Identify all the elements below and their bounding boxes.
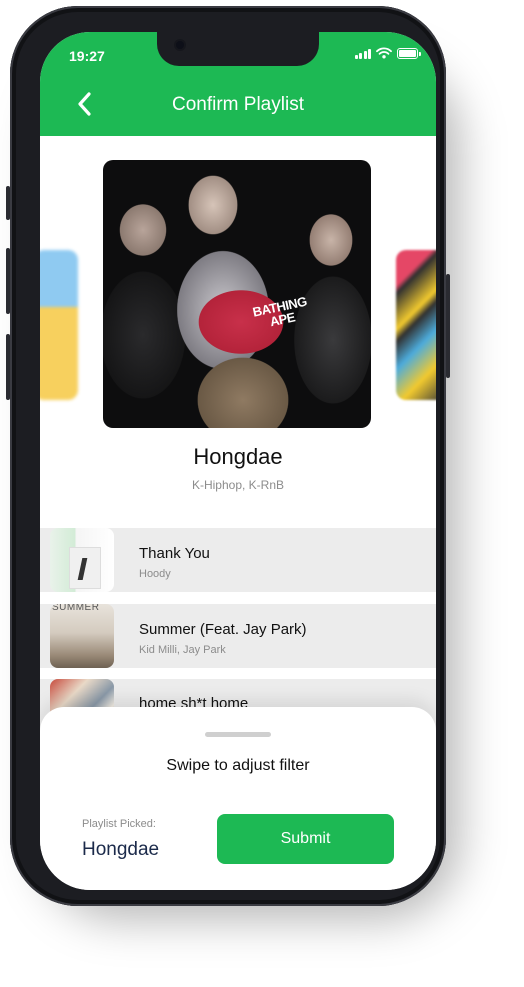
playlist-cover-previous[interactable] <box>40 250 78 400</box>
app-screen: 19:27 Confirm Playlist BATHING APE Hongd… <box>40 32 436 890</box>
playlist-cover[interactable]: BATHING APE <box>103 160 371 428</box>
track-thumbnail: SUMMER <box>50 604 114 668</box>
submit-button[interactable]: Submit <box>217 814 394 864</box>
track-title: Summer (Feat. Jay Park) <box>139 621 307 638</box>
track-artist: Hoody <box>139 568 171 580</box>
mute-switch <box>6 186 10 220</box>
status-icons <box>354 47 421 59</box>
volume-down-button <box>6 334 10 400</box>
playlist-cover-next[interactable] <box>396 250 436 400</box>
track-thumbnail <box>50 528 114 592</box>
track-row[interactable]: Thank You Hoody <box>40 528 436 592</box>
playlist-name: Hongdae <box>193 444 283 469</box>
track-title: Thank You <box>139 545 210 562</box>
filter-bottom-sheet: Swipe to adjust filter Playlist Picked: … <box>40 707 436 890</box>
playlist-picked-label: Playlist Picked: <box>82 818 156 830</box>
notch <box>157 32 319 66</box>
track-row[interactable]: SUMMER Summer (Feat. Jay Park) Kid Milli… <box>40 604 436 668</box>
playlist-picked-value: Hongdae <box>82 839 160 860</box>
cover-cap-text: BATHING APE <box>251 293 308 330</box>
sheet-drag-handle[interactable] <box>205 732 271 737</box>
track-artist: Kid Milli, Jay Park <box>139 644 226 656</box>
playlist-genres: K-Hiphop, K-RnB <box>191 478 285 492</box>
swipe-hint: Swipe to adjust filter <box>166 757 310 774</box>
front-camera <box>176 41 184 49</box>
status-time: 19:27 <box>69 48 105 64</box>
power-button <box>446 274 450 378</box>
signal-icon <box>354 48 371 59</box>
volume-up-button <box>6 248 10 314</box>
phone-frame: 19:27 Confirm Playlist BATHING APE Hongd… <box>6 6 450 906</box>
battery-icon <box>397 47 421 59</box>
wifi-icon <box>376 47 392 59</box>
thumbnail-text: SUMMER <box>52 604 100 613</box>
page-title: Confirm Playlist <box>172 94 304 115</box>
